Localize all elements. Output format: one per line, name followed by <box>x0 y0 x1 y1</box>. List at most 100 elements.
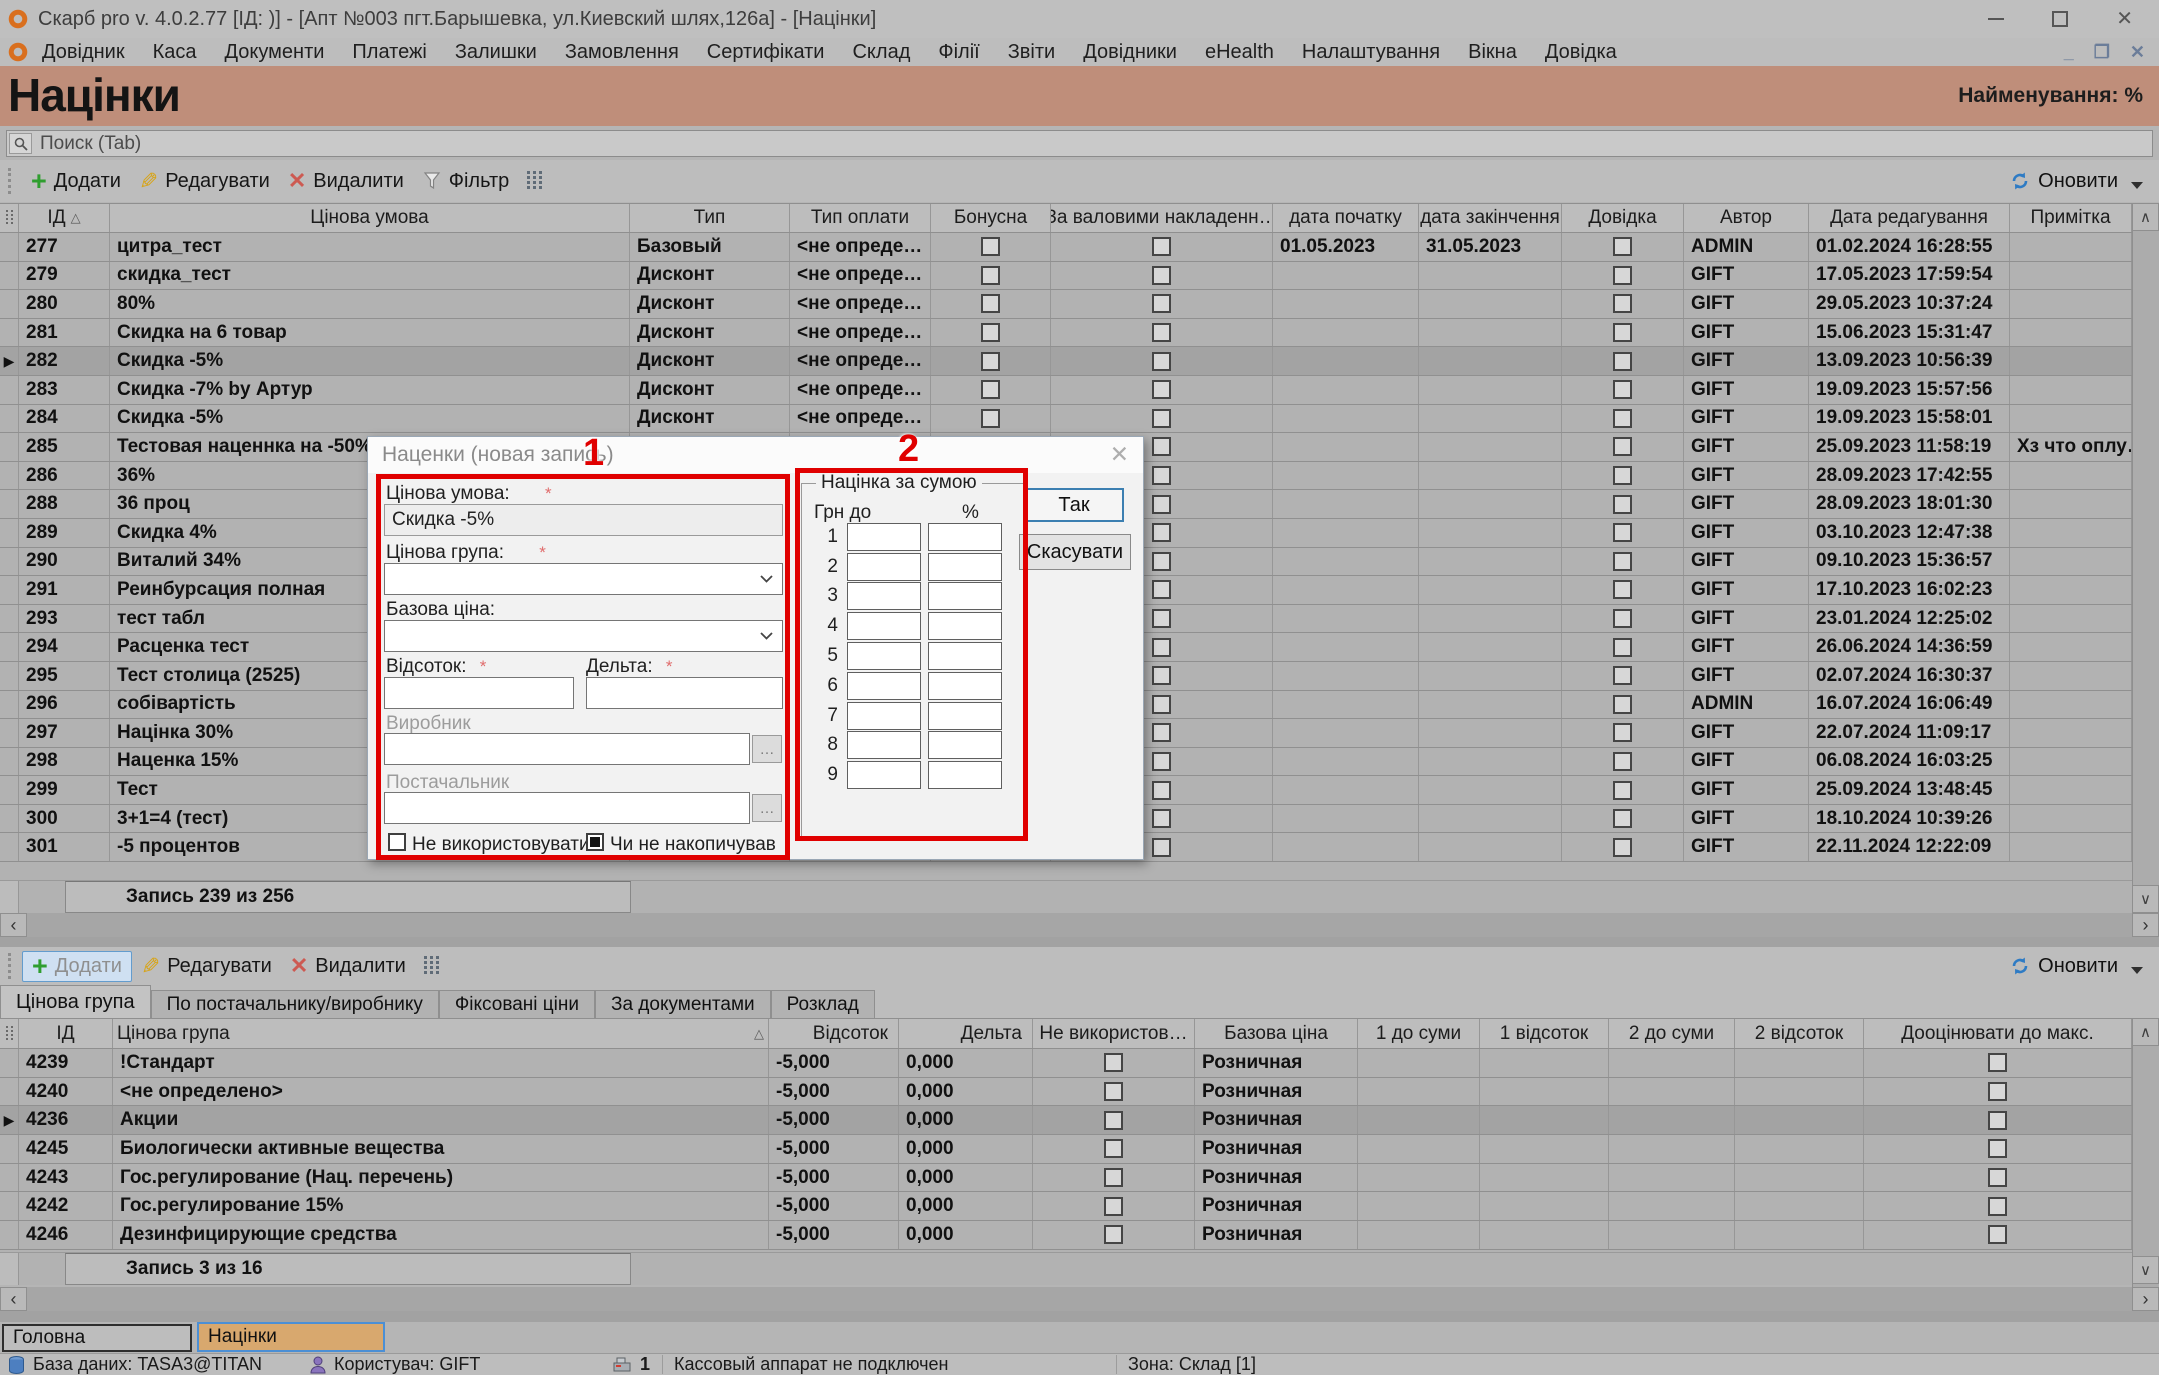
tier-percent-input[interactable] <box>928 523 1002 551</box>
table-row[interactable]: ▶ 4239 !Стандарт -5,000 0,000 Розничная <box>0 1049 2132 1078</box>
not-use-checkbox[interactable] <box>1104 1082 1123 1101</box>
gross-checkbox[interactable] <box>1152 552 1171 571</box>
menu-item[interactable]: Платежі <box>338 41 440 64</box>
bonus-checkbox[interactable] <box>981 266 1000 285</box>
table-row[interactable]: ▶ 282 Скидка -5% Дисконт <не опреде… GIF… <box>0 347 2132 376</box>
gross-checkbox[interactable] <box>1152 237 1171 256</box>
table-row[interactable]: ▶ 4243 Гос.регулирование (Нац. перечень)… <box>0 1164 2132 1193</box>
col-header-sum1[interactable]: 1 до суми <box>1358 1019 1480 1048</box>
reference-checkbox[interactable] <box>1613 237 1632 256</box>
horizontal-scrollbar[interactable]: ‹ › <box>0 913 2159 937</box>
manufacturer-browse-button[interactable]: … <box>752 735 782 763</box>
gross-checkbox[interactable] <box>1152 638 1171 657</box>
bonus-checkbox[interactable] <box>981 380 1000 399</box>
mdi-restore-icon[interactable]: ❐ <box>2094 42 2110 63</box>
tier-sum-input[interactable] <box>847 672 921 700</box>
col-header-delta[interactable]: Дельта <box>899 1019 1033 1048</box>
no-accumulate-checkbox[interactable] <box>586 833 604 851</box>
col-header-group[interactable]: Цінова група△ <box>113 1019 769 1048</box>
scroll-right-button[interactable]: › <box>2132 913 2159 937</box>
menu-item[interactable]: Довідник <box>28 41 139 64</box>
menu-item[interactable]: Довідники <box>1069 41 1191 64</box>
tier-percent-input[interactable] <box>928 731 1002 759</box>
menu-item[interactable]: Довідка <box>1531 41 1631 64</box>
table-row[interactable]: ▶ 4246 Дезинфицирующие средства -5,000 0… <box>0 1221 2132 1250</box>
not-use-checkbox[interactable] <box>1104 1225 1123 1244</box>
gross-checkbox[interactable] <box>1152 695 1171 714</box>
scroll-up-button[interactable]: ∧ <box>2132 1018 2159 1046</box>
add-button[interactable]: + Додати <box>22 167 130 196</box>
table-row[interactable]: ▶ 4245 Биологически активные вещества -5… <box>0 1135 2132 1164</box>
scroll-down-button[interactable]: ∨ <box>2132 885 2159 913</box>
tier-percent-input[interactable] <box>928 553 1002 581</box>
tier-sum-input[interactable] <box>847 582 921 610</box>
gross-checkbox[interactable] <box>1152 294 1171 313</box>
tab-markups[interactable]: Націнки <box>197 1322 385 1352</box>
refresh-button-bottom[interactable]: Оновити <box>2009 955 2159 978</box>
not-use-checkbox[interactable] <box>1104 1139 1123 1158</box>
delete-button[interactable]: ✕ Видалити <box>279 165 413 197</box>
menu-item[interactable]: Вікна <box>1454 41 1531 64</box>
tier-sum-input[interactable] <box>847 642 921 670</box>
menu-item[interactable]: Документи <box>211 41 339 64</box>
col-header-gross[interactable]: За валовими накладенн… <box>1051 204 1273 232</box>
reference-checkbox[interactable] <box>1613 838 1632 857</box>
scroll-down-button[interactable]: ∨ <box>2132 1256 2159 1284</box>
bonus-checkbox[interactable] <box>981 294 1000 313</box>
gross-checkbox[interactable] <box>1152 409 1171 428</box>
toolbar-grip[interactable] <box>8 168 14 194</box>
restore-icon[interactable] <box>2052 11 2068 27</box>
vertical-scrollbar[interactable] <box>2132 203 2159 913</box>
bonus-checkbox[interactable] <box>981 323 1000 342</box>
col-header-not-use[interactable]: Не використов… <box>1033 1019 1195 1048</box>
reference-checkbox[interactable] <box>1613 638 1632 657</box>
reference-checkbox[interactable] <box>1613 695 1632 714</box>
reference-checkbox[interactable] <box>1613 781 1632 800</box>
col-header-percent1[interactable]: 1 відсоток <box>1480 1019 1609 1048</box>
pane-tab[interactable]: Цінова група <box>0 985 151 1018</box>
max-markup-checkbox[interactable] <box>1988 1225 2007 1244</box>
reference-checkbox[interactable] <box>1613 666 1632 685</box>
gross-checkbox[interactable] <box>1152 781 1171 800</box>
not-use-checkbox[interactable] <box>1104 1168 1123 1187</box>
not-use-checkbox[interactable] <box>1104 1111 1123 1130</box>
bonus-checkbox[interactable] <box>981 237 1000 256</box>
col-header-type[interactable]: Тип <box>630 204 790 232</box>
base-price-select[interactable] <box>384 620 783 652</box>
col-header-percent2[interactable]: 2 відсоток <box>1735 1019 1864 1048</box>
table-row[interactable]: ▶ 281 Скидка на 6 товар Дисконт <не опре… <box>0 319 2132 348</box>
reference-checkbox[interactable] <box>1613 409 1632 428</box>
reference-checkbox[interactable] <box>1613 323 1632 342</box>
pane-divider[interactable] <box>0 937 2159 947</box>
price-group-select[interactable] <box>384 563 783 595</box>
col-header-condition[interactable]: Цінова умова <box>110 204 630 232</box>
horizontal-scrollbar-bottom[interactable]: ‹ › <box>0 1287 2159 1311</box>
search-box[interactable] <box>6 130 2153 157</box>
gross-checkbox[interactable] <box>1152 838 1171 857</box>
columns-button[interactable] <box>518 168 551 194</box>
col-header-paytype[interactable]: Тип оплати <box>790 204 931 232</box>
edit-button-bottom[interactable]: ✎ Редагувати <box>132 950 281 983</box>
reference-checkbox[interactable] <box>1613 809 1632 828</box>
max-markup-checkbox[interactable] <box>1988 1168 2007 1187</box>
col-header-sum2[interactable]: 2 до суми <box>1609 1019 1735 1048</box>
gross-checkbox[interactable] <box>1152 609 1171 628</box>
col-header-author[interactable]: Автор <box>1684 204 1809 232</box>
supplier-input[interactable] <box>384 792 750 824</box>
tier-percent-input[interactable] <box>928 702 1002 730</box>
mdi-close-icon[interactable]: ✕ <box>2130 42 2145 63</box>
gross-checkbox[interactable] <box>1152 495 1171 514</box>
menu-item[interactable]: Сертифікати <box>693 41 839 64</box>
reference-checkbox[interactable] <box>1613 266 1632 285</box>
reference-checkbox[interactable] <box>1613 352 1632 371</box>
col-header-date-start[interactable]: дата початку <box>1273 204 1419 232</box>
vertical-scrollbar-bottom[interactable] <box>2132 1018 2159 1287</box>
refresh-button[interactable]: Оновити <box>2009 170 2159 193</box>
menu-item[interactable]: Залишки <box>441 41 551 64</box>
gross-checkbox[interactable] <box>1152 323 1171 342</box>
reference-checkbox[interactable] <box>1613 466 1632 485</box>
col-header-reference[interactable]: Довідка <box>1562 204 1684 232</box>
reference-checkbox[interactable] <box>1613 752 1632 771</box>
max-markup-checkbox[interactable] <box>1988 1082 2007 1101</box>
filter-button[interactable]: Фільтр <box>413 167 518 196</box>
